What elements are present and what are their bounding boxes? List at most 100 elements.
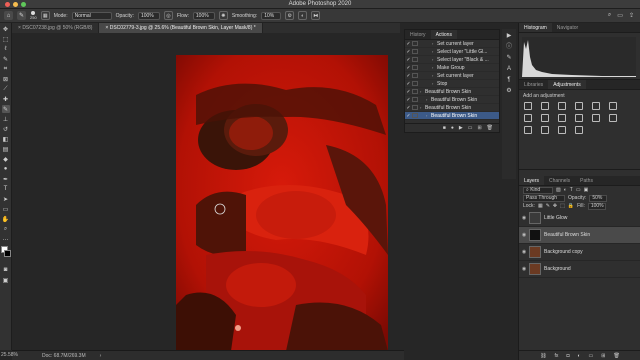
dialog-toggle-icon[interactable] xyxy=(412,57,418,62)
tab-paths[interactable]: Paths xyxy=(575,176,598,185)
action-check-icon[interactable]: ✓ xyxy=(405,65,412,71)
fill-field[interactable]: 100% xyxy=(587,202,606,210)
tab-libraries[interactable]: Libraries xyxy=(519,80,548,89)
invert-adjust-icon[interactable] xyxy=(609,114,617,122)
symmetry-icon[interactable]: ⧓ xyxy=(311,11,321,20)
action-row[interactable]: ✓ › Select layer "Little Gl... xyxy=(405,48,499,56)
new-layer-icon[interactable]: ⊞ xyxy=(601,353,605,359)
lock-pixels-icon[interactable]: ▦ xyxy=(538,203,543,209)
document-canvas[interactable] xyxy=(176,55,388,351)
link-icon[interactable]: ⛓ xyxy=(540,353,546,359)
shape-filter-icon[interactable]: ▭ xyxy=(576,187,581,193)
action-row[interactable]: ✓ › Set current layer xyxy=(405,72,499,80)
action-check-icon[interactable]: ✓ xyxy=(405,105,412,111)
trash-icon[interactable]: 🗑 xyxy=(613,353,619,359)
shape-tool-icon[interactable]: ▭ xyxy=(2,205,10,213)
more-tools-icon[interactable]: … xyxy=(2,235,10,243)
brush-dock-icon[interactable]: ✎ xyxy=(505,54,513,62)
pen-tool-icon[interactable]: ✒ xyxy=(2,175,10,183)
airbrush-icon[interactable]: ✺ xyxy=(218,11,228,20)
adjustment-filter-icon[interactable]: ◐ xyxy=(564,187,567,193)
posterize-adjust-icon[interactable] xyxy=(524,126,532,134)
filter-kind-select[interactable]: ⌕ Kind xyxy=(523,186,553,194)
layer-opacity-field[interactable]: 50% xyxy=(589,194,608,202)
lock-all-icon[interactable]: 🔒 xyxy=(568,203,574,209)
action-row[interactable]: ✓ › Beautiful Brown Skin xyxy=(405,112,499,120)
eye-icon[interactable]: ◉ xyxy=(519,249,529,255)
hand-tool-icon[interactable]: ✋ xyxy=(2,215,10,223)
smoothing-field[interactable]: 10% xyxy=(261,11,282,20)
action-row[interactable]: ✓ › Stop xyxy=(405,80,499,88)
lock-artboard-icon[interactable]: ⬚ xyxy=(560,203,565,209)
gradient-map-adjust-icon[interactable] xyxy=(558,126,566,134)
screen-mode-icon[interactable]: ▣ xyxy=(2,276,10,284)
frame-tool-icon[interactable]: ⊠ xyxy=(2,75,10,83)
mask-icon[interactable]: ◘ xyxy=(566,353,569,359)
action-row[interactable]: ✓ › Beautiful Brown Skin xyxy=(405,96,499,104)
dodge-tool-icon[interactable]: ● xyxy=(2,165,10,173)
canvas-area[interactable] xyxy=(12,33,404,351)
eraser-tool-icon[interactable]: ◧ xyxy=(2,135,10,143)
tab-actions[interactable]: Actions xyxy=(430,30,457,39)
character-dock-icon[interactable]: A xyxy=(505,65,513,73)
gear-icon[interactable]: ⚙ xyxy=(285,11,295,20)
marquee-tool-icon[interactable]: ⬚ xyxy=(2,35,10,43)
action-check-icon[interactable]: ✓ xyxy=(405,57,412,63)
healing-tool-icon[interactable]: ✚ xyxy=(2,95,10,103)
zoom-tool-icon[interactable]: ⌕ xyxy=(2,225,10,233)
workspace-icon[interactable]: ▭ xyxy=(617,12,623,19)
lock-paint-icon[interactable]: ✎ xyxy=(546,203,550,209)
flow-field[interactable]: 100% xyxy=(192,11,215,20)
new-set-icon[interactable]: ▭ xyxy=(468,125,473,131)
dialog-toggle-icon[interactable] xyxy=(412,73,418,78)
tab-layers[interactable]: Layers xyxy=(519,176,545,185)
lock-move-icon[interactable]: ✥ xyxy=(553,203,557,209)
tab-history[interactable]: History xyxy=(405,30,431,39)
dialog-toggle-icon[interactable] xyxy=(412,105,418,110)
dialog-toggle-icon[interactable] xyxy=(412,65,418,70)
properties-dock-icon[interactable]: ⚙ xyxy=(505,87,513,95)
blur-tool-icon[interactable]: ◆ xyxy=(2,155,10,163)
paragraph-dock-icon[interactable]: ¶ xyxy=(505,76,513,84)
action-row[interactable]: ✓ › Select layer "Black & ... xyxy=(405,56,499,64)
action-check-icon[interactable]: ✓ xyxy=(405,41,412,47)
play-icon[interactable]: ▶ xyxy=(459,125,463,131)
adjustment-layer-icon[interactable]: ◐ xyxy=(577,353,580,359)
action-row[interactable]: ✓ › Beautiful Brown Skin xyxy=(405,88,499,96)
play-dock-icon[interactable]: ▶ xyxy=(505,32,513,40)
brush-tool-active-icon[interactable]: ✎ xyxy=(1,105,10,113)
type-filter-icon[interactable]: T xyxy=(570,187,573,193)
quick-select-tool-icon[interactable]: ✎ xyxy=(2,55,10,63)
fx-icon[interactable]: fx xyxy=(555,353,559,359)
status-arrow-icon[interactable]: › xyxy=(100,353,102,359)
crop-tool-icon[interactable]: ⌗ xyxy=(2,65,10,73)
layer-row[interactable]: ◉ Little Glow xyxy=(519,210,640,227)
action-check-icon[interactable]: ✓ xyxy=(405,81,412,87)
path-select-tool-icon[interactable]: ➤ xyxy=(2,195,10,203)
new-action-icon[interactable]: ⊞ xyxy=(477,125,481,131)
layer-row[interactable]: ◉ Background copy xyxy=(519,244,640,261)
smart-filter-icon[interactable]: ▣ xyxy=(584,187,589,193)
action-row[interactable]: ✓ › Beautiful Brown Skin xyxy=(405,104,499,112)
quick-mask-icon[interactable]: ◙ xyxy=(2,266,10,274)
tab-histogram[interactable]: Histogram xyxy=(519,23,552,32)
dialog-toggle-icon[interactable] xyxy=(412,89,418,94)
pixel-filter-icon[interactable]: ▧ xyxy=(556,187,561,193)
home-icon[interactable]: ⌂ xyxy=(4,11,13,20)
lasso-tool-icon[interactable]: ℓ xyxy=(2,45,10,53)
channel-mixer-adjust-icon[interactable] xyxy=(575,114,583,122)
vibrance-adjust-icon[interactable] xyxy=(592,102,600,110)
action-row[interactable]: ✓ › Set current layer xyxy=(405,40,499,48)
layer-row[interactable]: ◉ Beautiful Brown Skin xyxy=(519,227,640,244)
pressure-opacity-icon[interactable]: ◎ xyxy=(163,11,173,20)
stop-icon[interactable]: ■ xyxy=(443,125,446,131)
tab-adjustments[interactable]: Adjustments xyxy=(548,80,586,89)
curves-adjust-icon[interactable] xyxy=(558,102,566,110)
action-check-icon[interactable]: ✓ xyxy=(405,89,412,95)
history-brush-icon[interactable]: ↺ xyxy=(2,125,10,133)
color-balance-adjust-icon[interactable] xyxy=(524,114,532,122)
eyedropper-tool-icon[interactable]: ⟋ xyxy=(2,85,10,93)
brightness-adjust-icon[interactable] xyxy=(524,102,532,110)
dialog-toggle-icon[interactable] xyxy=(412,49,418,54)
pressure-size-icon[interactable]: ◐ xyxy=(298,11,308,20)
